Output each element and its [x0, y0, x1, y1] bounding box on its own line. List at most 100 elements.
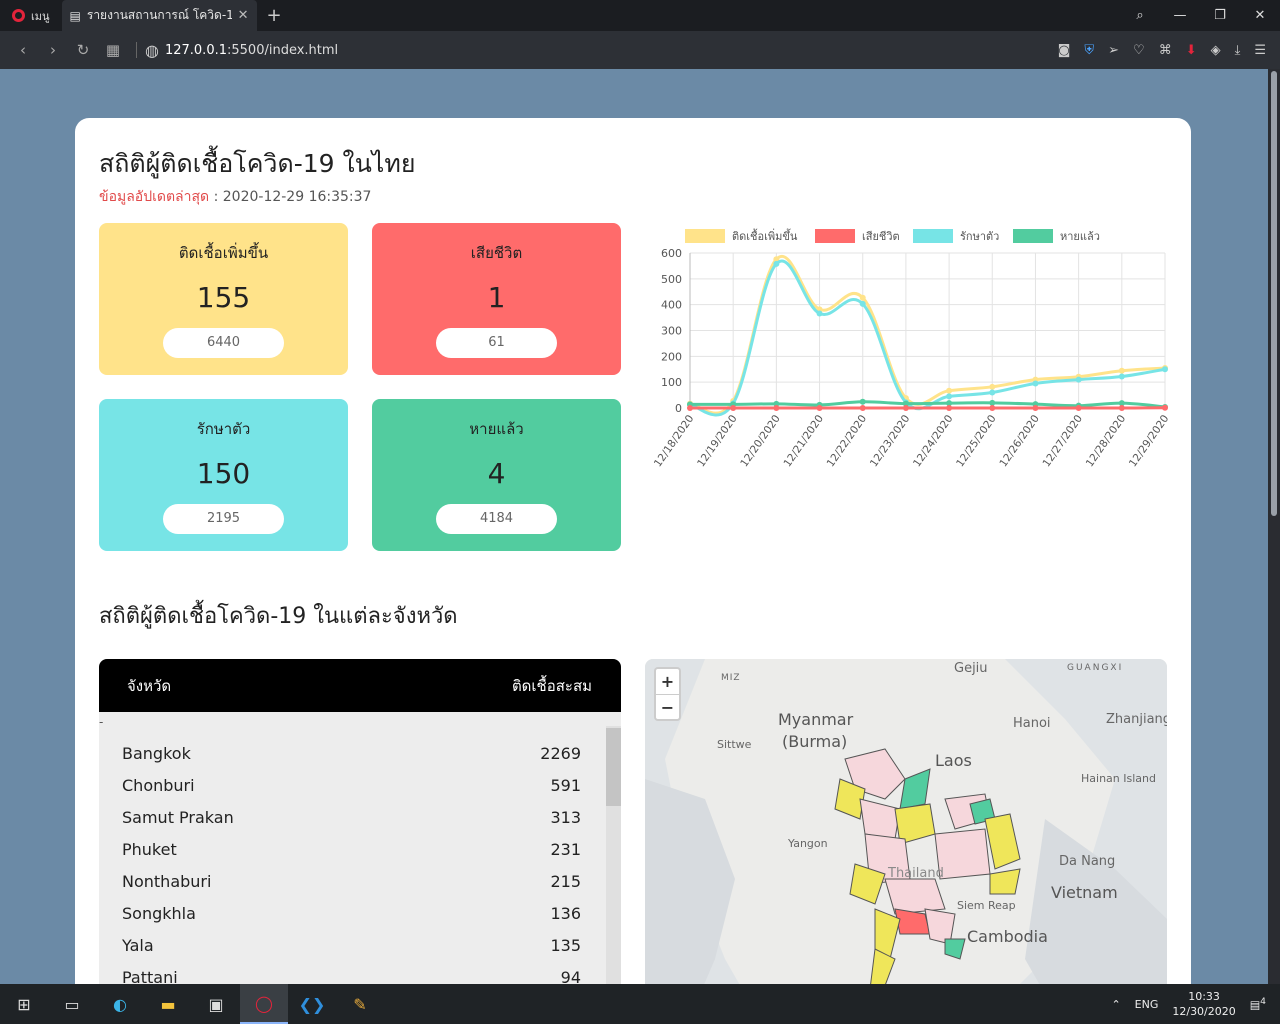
province-name: Bangkok — [122, 743, 191, 763]
notification-icon[interactable]: ▤4 — [1250, 996, 1266, 1012]
shield-icon[interactable]: ⛨ — [1084, 43, 1094, 58]
zoom-out-button[interactable]: − — [656, 694, 679, 719]
province-north-2 — [899, 768, 931, 810]
page-document-icon: ▤ — [69, 8, 81, 23]
notification-count: 4 — [1260, 996, 1266, 1008]
windows-start-icon[interactable]: ⊞ — [0, 984, 48, 1024]
series-point-1 — [1075, 405, 1082, 411]
stat-value: 1 — [487, 281, 506, 314]
stat-card-deaths: เสียชีวิต 1 61 — [372, 223, 621, 375]
province-cases: 135 — [550, 935, 581, 955]
camera-icon[interactable]: ◙ — [1058, 43, 1071, 58]
easy-setup-icon[interactable]: ☰ — [1254, 43, 1266, 58]
file-explorer-icon[interactable]: ▬ — [144, 984, 192, 1024]
back-button[interactable]: ‹ — [8, 41, 38, 59]
table-scroll-thumb[interactable] — [606, 728, 621, 806]
cube-icon[interactable]: ◈ — [1211, 43, 1221, 58]
map-label-miz: MIZ — [721, 673, 741, 683]
page-scrollbar[interactable] — [1268, 69, 1280, 984]
y-tick-label: 500 — [661, 273, 682, 286]
y-tick-label: 600 — [661, 247, 682, 260]
forward-button[interactable]: › — [38, 41, 68, 59]
map-label-myanmar: Myanmar — [778, 710, 854, 729]
window-controls: ⌕ — ❐ ✕ — [1120, 0, 1280, 31]
vscode-icon[interactable]: ❮❯ — [288, 984, 336, 1024]
province-name: Songkhla — [122, 903, 196, 923]
globe-icon: ◍ — [145, 40, 159, 60]
map-label-yangon: Yangon — [788, 837, 828, 850]
clock[interactable]: 10:33 12/30/2020 — [1172, 989, 1235, 1019]
daily-line-chart: 0 100 200 300 400 500 600 12/18/2020 12/19/2020 1… — [645, 218, 1175, 488]
legend-swatch — [913, 229, 953, 243]
zoom-in-button[interactable]: + — [656, 669, 679, 694]
table-row: Songkhla 136 — [99, 897, 605, 929]
legend-label: เสียชีวิต — [862, 230, 900, 243]
url-field[interactable]: 127.0.0.1:5500/index.html — [165, 43, 338, 58]
province-north-4 — [859, 798, 901, 840]
series-point-1 — [687, 405, 693, 411]
tabs-grid-icon[interactable]: ▦ — [98, 41, 128, 59]
stat-total: 4184 — [436, 504, 557, 534]
series-point-0 — [859, 294, 866, 301]
chevron-up-icon[interactable]: ⌃ — [1111, 998, 1120, 1011]
province-cases: 136 — [550, 903, 581, 923]
browser-tab-active[interactable]: ▤ รายงานสถานการณ์ โควิด-19 ✕ — [61, 0, 257, 31]
province-name: Yala — [122, 935, 154, 955]
restore-button[interactable]: ❐ — [1200, 8, 1240, 23]
x-tick-label: 12/21/2020 — [781, 413, 826, 469]
province-central-3 — [884, 878, 946, 915]
series-point-2 — [1075, 376, 1082, 383]
province-east-2 — [944, 938, 966, 960]
x-tick-label: 12/23/2020 — [868, 413, 913, 469]
browser-tab-bar: เมนู ▤ รายงานสถานการณ์ โควิด-19 ✕ + ⌕ — … — [0, 0, 1280, 31]
last-updated: ข้อมูลอัปเดตล่าสุด : 2020-12-29 16:35:37 — [99, 186, 371, 208]
close-window-button[interactable]: ✕ — [1240, 8, 1280, 23]
search-icon[interactable]: ⌕ — [1120, 8, 1160, 23]
map-label-hainan: Hainan Island — [1081, 772, 1156, 785]
send-icon[interactable]: ➢ — [1108, 43, 1119, 58]
map-label-hanoi: Hanoi — [1013, 716, 1051, 731]
series-point-0 — [1118, 367, 1125, 374]
close-tab-icon[interactable]: ✕ — [238, 8, 249, 23]
edge-icon[interactable]: ◐ — [96, 984, 144, 1024]
windows-taskbar: ⊞ ▭ ◐ ▬ ▣ ◯ ❮❯ ✎ ⌃ ENG 10:33 12/30/2020 … — [0, 984, 1280, 1024]
stat-card-new-cases: ติดเชื้อเพิ่มขึ้น 155 6440 — [99, 223, 348, 375]
store-icon[interactable]: ▣ — [192, 984, 240, 1024]
table-scrollbar[interactable] — [606, 726, 621, 984]
opera-logo-icon — [12, 9, 25, 22]
province-cases: 313 — [550, 807, 581, 827]
paint-icon[interactable]: ✎ — [336, 984, 384, 1024]
stat-card-recovered: หายแล้ว 4 4184 — [372, 399, 621, 551]
y-tick-label: 200 — [661, 350, 682, 363]
table-row: Phuket 231 — [99, 833, 605, 865]
translate-icon[interactable]: ⌘ — [1159, 43, 1172, 58]
minimize-button[interactable]: — — [1160, 8, 1200, 23]
downloads-icon[interactable]: ⤓ — [1235, 43, 1241, 58]
series-point-1 — [859, 405, 866, 411]
series-point-0 — [989, 383, 996, 390]
y-tick-label: 400 — [661, 299, 682, 312]
address-bar-icons: ◙ ⛨ ➢ ♡ ⌘ ⬇ ◈ ⤓ ☰ — [1058, 43, 1272, 58]
legend-label: หายแล้ว — [1060, 230, 1100, 243]
series-point-1 — [730, 405, 737, 411]
download-extension-icon[interactable]: ⬇ — [1186, 43, 1197, 58]
series-point-2 — [1118, 373, 1125, 380]
heart-icon[interactable]: ♡ — [1133, 43, 1145, 58]
new-tab-button[interactable]: + — [257, 5, 292, 26]
series-point-2 — [1162, 366, 1168, 373]
series-point-1 — [946, 405, 953, 411]
x-tick-label: 12/20/2020 — [738, 413, 783, 469]
reload-button[interactable]: ↻ — [68, 41, 98, 59]
last-updated-label: ข้อมูลอัปเดตล่าสุด — [99, 189, 210, 205]
opera-taskbar-icon[interactable]: ◯ — [240, 984, 288, 1024]
province-name: Pattani — [122, 967, 178, 985]
task-view-icon[interactable]: ▭ — [48, 984, 96, 1024]
page-scroll-thumb[interactable] — [1271, 71, 1277, 516]
province-map[interactable]: + − Gejiu GUANGXI MIZ Myanmar (Burma) La… — [645, 659, 1167, 984]
map-label-cambodia: Cambodia — [967, 927, 1048, 946]
language-indicator[interactable]: ENG — [1135, 998, 1159, 1011]
table-row: Bangkok 2269 — [99, 737, 605, 769]
map-label-guangxi: GUANGXI — [1067, 663, 1124, 673]
opera-menu-button[interactable]: เมนู — [0, 0, 62, 31]
x-tick-label: 12/18/2020 — [652, 413, 697, 469]
